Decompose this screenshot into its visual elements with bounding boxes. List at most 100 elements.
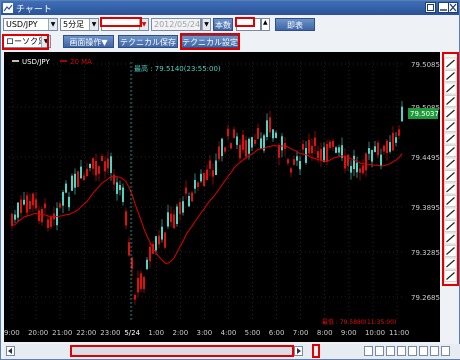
switch-display-button[interactable]: 即表	[275, 18, 315, 31]
window-title: チャート	[16, 5, 52, 15]
candle	[11, 213, 13, 226]
candle	[344, 155, 346, 169]
interval-select[interactable]: 5分足 ▼	[60, 18, 99, 31]
legend-price: USD/JPY	[22, 58, 50, 66]
price-chart[interactable]: USD/JPY 20 MA 最高 : 79.5140(23:55:00) 最低 …	[4, 52, 440, 342]
symbol-select[interactable]: USD/JPY ▼	[3, 18, 58, 31]
candle	[80, 166, 82, 179]
toolbar-top: USD/JPY ▼ 5分足 ▼ ▼ 2012/05/24 ▼ 本数 ▲ 即表	[3, 17, 459, 32]
technical-save-button[interactable]: テクニカル保存▼	[118, 35, 178, 60]
fibonacci-icon[interactable]	[444, 132, 457, 145]
chart-canvas[interactable]: USD/JPY 20 MA 最高 : 79.5140(23:55:00) 最低 …	[4, 52, 440, 342]
candle	[383, 145, 385, 152]
bottom-tool-5[interactable]	[408, 346, 417, 356]
date-input[interactable]: 2012/05/24	[151, 18, 201, 31]
candle	[401, 106, 403, 122]
candle	[308, 139, 310, 154]
channel-icon[interactable]	[444, 120, 457, 132]
candle	[200, 173, 202, 182]
vertical-line-icon[interactable]	[444, 107, 457, 120]
scroll-right-button[interactable]	[294, 346, 303, 356]
close-button[interactable]	[448, 2, 458, 13]
y-tick-label: 79.3895	[411, 204, 440, 212]
candle	[29, 201, 31, 210]
bottom-tool-8[interactable]	[441, 346, 450, 356]
candle	[68, 196, 70, 208]
bottom-tool-7[interactable]	[430, 346, 439, 356]
bottom-tool-2[interactable]	[375, 346, 384, 356]
regression-icon[interactable]	[444, 232, 457, 245]
bottom-tool-1[interactable]	[364, 346, 373, 356]
count-label-button[interactable]: 本数	[213, 18, 233, 31]
fib-arc-icon[interactable]	[444, 207, 457, 220]
candle	[332, 140, 334, 148]
count-stepper[interactable]: ▲	[261, 18, 270, 31]
candle	[86, 168, 88, 177]
gann-fan-icon[interactable]	[444, 170, 457, 182]
bottom-tool-3[interactable]	[386, 346, 395, 356]
x-tick-label: 4:00	[221, 329, 237, 337]
text-tool-icon[interactable]	[444, 182, 457, 195]
scroll-left-button[interactable]	[6, 346, 15, 356]
bottom-tool-4[interactable]	[397, 346, 406, 356]
calendar-button[interactable]: ▼	[201, 18, 211, 31]
x-tick-label: 2:00	[172, 329, 188, 337]
symbol-value: USD/JPY	[6, 20, 38, 29]
candle	[317, 151, 319, 159]
pitchfork-icon[interactable]	[444, 220, 457, 232]
bottom-tool-6[interactable]	[419, 346, 428, 356]
cycle-icon[interactable]	[444, 245, 457, 257]
candle	[137, 278, 139, 293]
candle	[212, 170, 214, 177]
parallel-lines-icon[interactable]	[444, 145, 457, 157]
zoom-handle-highlight[interactable]	[312, 344, 320, 358]
count-highlight	[235, 17, 255, 27]
candle	[98, 166, 100, 174]
arrow-tool-icon[interactable]	[444, 157, 457, 170]
horizontal-scrollbar[interactable]	[4, 344, 460, 359]
restore-icon	[427, 4, 434, 11]
candle	[248, 138, 250, 154]
candle	[254, 139, 256, 144]
eraser-icon[interactable]	[444, 257, 457, 270]
trendline-icon[interactable]	[444, 82, 457, 95]
candle	[398, 129, 400, 136]
x-tick-label: 20:00	[28, 329, 48, 337]
pencil-icon[interactable]	[444, 57, 457, 70]
x-tick-label: 11:00	[389, 329, 409, 337]
candle	[359, 168, 361, 173]
x-tick-label: 1:00	[148, 329, 164, 337]
delete-all-icon[interactable]	[444, 270, 457, 282]
restore-button[interactable]	[425, 2, 436, 13]
candle	[371, 150, 373, 162]
candle	[281, 136, 283, 151]
candle	[35, 199, 37, 209]
screen-ops-button[interactable]: 画面操作▼	[63, 35, 114, 48]
candle	[362, 165, 364, 174]
candle	[299, 160, 301, 170]
stepper-up-icon: ▲	[263, 19, 268, 26]
candle	[269, 117, 271, 133]
x-tick-label: 5/24	[124, 329, 140, 337]
candle	[356, 162, 358, 173]
drawing-tools[interactable]	[444, 54, 457, 284]
candle	[134, 295, 136, 300]
candle	[188, 195, 190, 207]
scroll-thumb[interactable]	[70, 345, 294, 357]
candle	[89, 163, 91, 168]
horizontal-line-icon[interactable]	[444, 95, 457, 107]
candle	[191, 192, 193, 202]
candle	[374, 146, 376, 153]
candle	[320, 148, 322, 161]
candle	[170, 213, 172, 223]
line-tool-icon[interactable]	[444, 70, 457, 82]
candle	[140, 273, 142, 289]
candle-series	[11, 101, 403, 305]
candle	[83, 175, 85, 181]
chart-grid	[9, 62, 404, 322]
candle	[47, 219, 49, 228]
date-mode-highlight	[100, 17, 142, 27]
x-tick-label: 10:00	[365, 329, 385, 337]
candle	[44, 203, 46, 209]
fib-fan-icon[interactable]	[444, 195, 457, 207]
